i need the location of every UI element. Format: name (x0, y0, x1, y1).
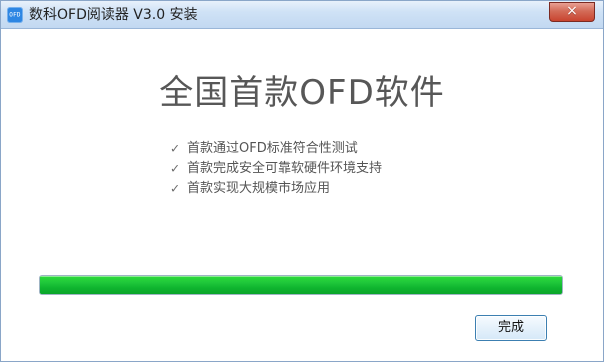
finish-button[interactable]: 完成 (475, 315, 547, 341)
close-icon: × (566, 3, 578, 19)
close-button[interactable]: × (549, 2, 595, 22)
feature-text: 首款实现大规模市场应用 (187, 181, 331, 196)
title-bar[interactable]: OFD 数科OFD阅读器 V3.0 安装 × (1, 1, 603, 29)
install-progress-fill (40, 276, 562, 294)
installer-content: 全国首款OFD软件 ✓ 首款通过OFD标准符合性测试 ✓ 首款完成安全可靠软硬件… (1, 29, 603, 361)
app-icon-text: OFD (9, 11, 21, 19)
install-progress-bar (39, 275, 563, 295)
feature-list: ✓ 首款通过OFD标准符合性测试 ✓ 首款完成安全可靠软硬件环境支持 ✓ 首款实… (169, 139, 469, 199)
ofd-app-icon: OFD (7, 7, 23, 23)
window-title: 数科OFD阅读器 V3.0 安装 (29, 7, 198, 23)
feature-text: 首款完成安全可靠软硬件环境支持 (187, 161, 383, 176)
feature-item: ✓ 首款通过OFD标准符合性测试 (169, 139, 469, 159)
check-icon: ✓ (169, 141, 181, 156)
feature-item: ✓ 首款完成安全可靠软硬件环境支持 (169, 159, 469, 179)
feature-item: ✓ 首款实现大规模市场应用 (169, 179, 469, 199)
check-icon: ✓ (169, 181, 181, 196)
check-icon: ✓ (169, 161, 181, 176)
feature-text: 首款通过OFD标准符合性测试 (187, 141, 358, 156)
installer-window: OFD 数科OFD阅读器 V3.0 安装 × 全国首款OFD软件 ✓ 首款通过O… (0, 0, 604, 362)
finish-button-label: 完成 (497, 320, 524, 335)
page-title: 全国首款OFD软件 (159, 73, 445, 113)
